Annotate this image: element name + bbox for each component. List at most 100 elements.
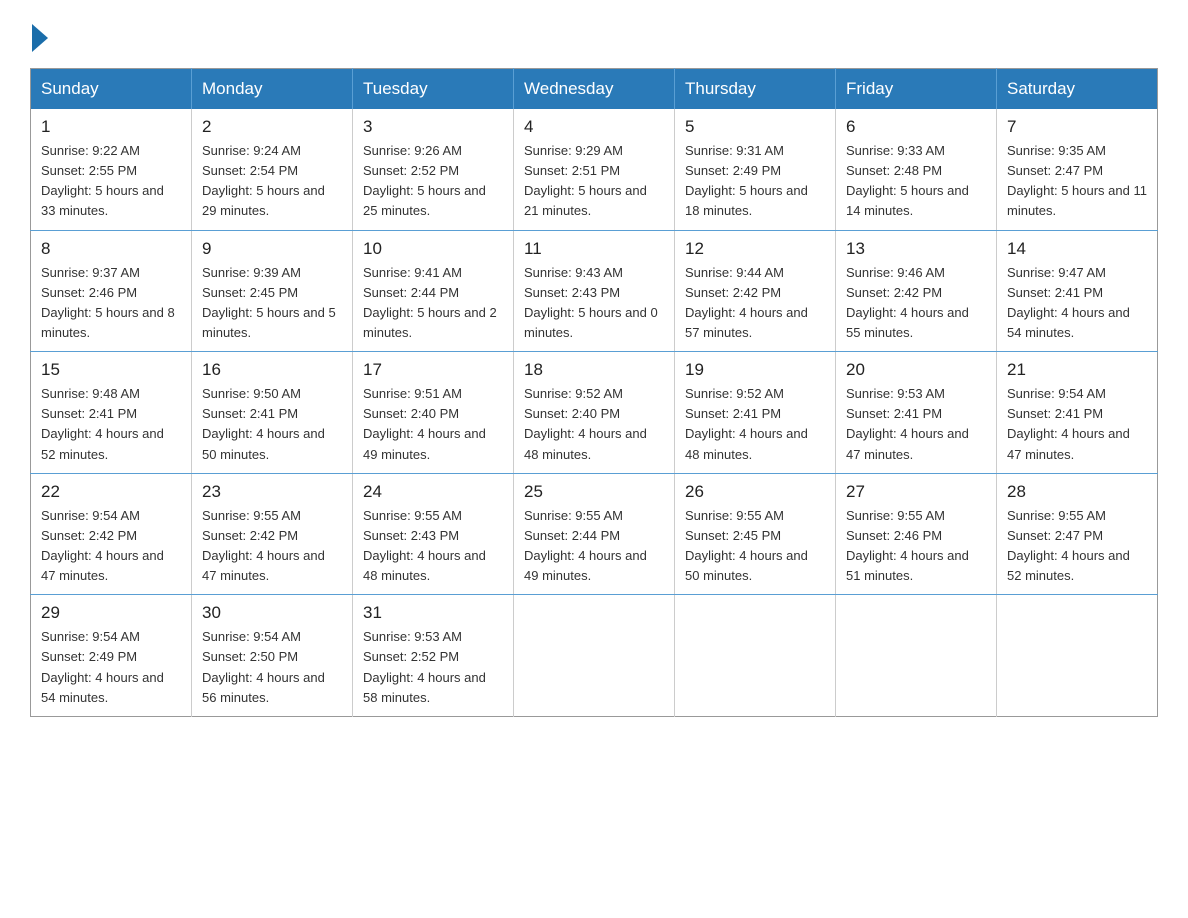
calendar-cell: 26Sunrise: 9:55 AMSunset: 2:45 PMDayligh… — [675, 473, 836, 595]
day-number: 29 — [41, 603, 181, 623]
day-number: 31 — [363, 603, 503, 623]
day-number: 23 — [202, 482, 342, 502]
day-info: Sunrise: 9:37 AMSunset: 2:46 PMDaylight:… — [41, 263, 181, 344]
calendar-header-row: SundayMondayTuesdayWednesdayThursdayFrid… — [31, 69, 1158, 110]
page-header — [30, 20, 1158, 48]
day-info: Sunrise: 9:39 AMSunset: 2:45 PMDaylight:… — [202, 263, 342, 344]
calendar-cell: 4Sunrise: 9:29 AMSunset: 2:51 PMDaylight… — [514, 109, 675, 230]
day-number: 15 — [41, 360, 181, 380]
logo — [30, 20, 48, 48]
day-number: 4 — [524, 117, 664, 137]
calendar-cell: 8 Sunrise: 9:37 AMSunset: 2:46 PMDaylight… — [31, 230, 192, 352]
calendar-week-row: 1 Sunrise: 9:22 AMSunset: 2:55 PMDaylight… — [31, 109, 1158, 230]
day-info: Sunrise: 9:33 AMSunset: 2:48 PMDaylight:… — [846, 141, 986, 222]
calendar-cell: 30 Sunrise: 9:54 AMSunset: 2:50 PMDayligh… — [192, 595, 353, 717]
day-number: 17 — [363, 360, 503, 380]
day-info: Sunrise: 9:55 AMSunset: 2:47 PMDaylight:… — [1007, 506, 1147, 587]
calendar-cell: 2 Sunrise: 9:24 AMSunset: 2:54 PMDaylight… — [192, 109, 353, 230]
day-info: Sunrise: 9:22 AMSunset: 2:55 PMDaylight:… — [41, 141, 181, 222]
calendar-cell: 25 Sunrise: 9:55 AMSunset: 2:44 PMDayligh… — [514, 473, 675, 595]
column-header-thursday: Thursday — [675, 69, 836, 110]
calendar-cell — [997, 595, 1158, 717]
day-info: Sunrise: 9:55 AMSunset: 2:43 PMDaylight:… — [363, 506, 503, 587]
calendar-cell: 14 Sunrise: 9:47 AMSunset: 2:41 PMDayligh… — [997, 230, 1158, 352]
day-number: 20 — [846, 360, 986, 380]
day-info: Sunrise: 9:55 AMSunset: 2:45 PMDaylight:… — [685, 506, 825, 587]
calendar-cell: 23 Sunrise: 9:55 AMSunset: 2:42 PMDayligh… — [192, 473, 353, 595]
calendar-cell: 16 Sunrise: 9:50 AMSunset: 2:41 PMDayligh… — [192, 352, 353, 474]
calendar-cell: 9 Sunrise: 9:39 AMSunset: 2:45 PMDaylight… — [192, 230, 353, 352]
day-number: 30 — [202, 603, 342, 623]
day-number: 14 — [1007, 239, 1147, 259]
calendar-cell: 28Sunrise: 9:55 AMSunset: 2:47 PMDayligh… — [997, 473, 1158, 595]
day-info: Sunrise: 9:54 AMSunset: 2:41 PMDaylight:… — [1007, 384, 1147, 465]
calendar-table: SundayMondayTuesdayWednesdayThursdayFrid… — [30, 68, 1158, 717]
column-header-sunday: Sunday — [31, 69, 192, 110]
calendar-cell: 27 Sunrise: 9:55 AMSunset: 2:46 PMDayligh… — [836, 473, 997, 595]
day-number: 8 — [41, 239, 181, 259]
calendar-cell: 21 Sunrise: 9:54 AMSunset: 2:41 PMDayligh… — [997, 352, 1158, 474]
day-number: 9 — [202, 239, 342, 259]
calendar-cell: 13Sunrise: 9:46 AMSunset: 2:42 PMDayligh… — [836, 230, 997, 352]
day-number: 12 — [685, 239, 825, 259]
day-number: 16 — [202, 360, 342, 380]
day-number: 11 — [524, 239, 664, 259]
calendar-cell: 10 Sunrise: 9:41 AMSunset: 2:44 PMDayligh… — [353, 230, 514, 352]
day-info: Sunrise: 9:44 AMSunset: 2:42 PMDaylight:… — [685, 263, 825, 344]
column-header-friday: Friday — [836, 69, 997, 110]
day-info: Sunrise: 9:54 AMSunset: 2:50 PMDaylight:… — [202, 627, 342, 708]
day-info: Sunrise: 9:54 AMSunset: 2:42 PMDaylight:… — [41, 506, 181, 587]
calendar-cell: 22 Sunrise: 9:54 AMSunset: 2:42 PMDayligh… — [31, 473, 192, 595]
day-number: 13 — [846, 239, 986, 259]
day-info: Sunrise: 9:55 AMSunset: 2:46 PMDaylight:… — [846, 506, 986, 587]
logo-arrow-icon — [32, 24, 48, 52]
day-info: Sunrise: 9:54 AMSunset: 2:49 PMDaylight:… — [41, 627, 181, 708]
day-info: Sunrise: 9:50 AMSunset: 2:41 PMDaylight:… — [202, 384, 342, 465]
day-number: 6 — [846, 117, 986, 137]
day-info: Sunrise: 9:24 AMSunset: 2:54 PMDaylight:… — [202, 141, 342, 222]
calendar-cell — [514, 595, 675, 717]
calendar-cell: 5Sunrise: 9:31 AMSunset: 2:49 PMDaylight… — [675, 109, 836, 230]
day-number: 1 — [41, 117, 181, 137]
column-header-tuesday: Tuesday — [353, 69, 514, 110]
day-info: Sunrise: 9:55 AMSunset: 2:44 PMDaylight:… — [524, 506, 664, 587]
calendar-cell: 6 Sunrise: 9:33 AMSunset: 2:48 PMDaylight… — [836, 109, 997, 230]
day-info: Sunrise: 9:52 AMSunset: 2:41 PMDaylight:… — [685, 384, 825, 465]
day-info: Sunrise: 9:53 AMSunset: 2:41 PMDaylight:… — [846, 384, 986, 465]
day-info: Sunrise: 9:55 AMSunset: 2:42 PMDaylight:… — [202, 506, 342, 587]
calendar-cell — [836, 595, 997, 717]
calendar-cell: 7 Sunrise: 9:35 AMSunset: 2:47 PMDaylight… — [997, 109, 1158, 230]
calendar-cell: 17Sunrise: 9:51 AMSunset: 2:40 PMDayligh… — [353, 352, 514, 474]
calendar-week-row: 29 Sunrise: 9:54 AMSunset: 2:49 PMDayligh… — [31, 595, 1158, 717]
day-number: 3 — [363, 117, 503, 137]
day-number: 27 — [846, 482, 986, 502]
calendar-cell: 24 Sunrise: 9:55 AMSunset: 2:43 PMDayligh… — [353, 473, 514, 595]
day-number: 24 — [363, 482, 503, 502]
calendar-cell: 29 Sunrise: 9:54 AMSunset: 2:49 PMDayligh… — [31, 595, 192, 717]
day-number: 19 — [685, 360, 825, 380]
calendar-cell: 12 Sunrise: 9:44 AMSunset: 2:42 PMDayligh… — [675, 230, 836, 352]
day-info: Sunrise: 9:35 AMSunset: 2:47 PMDaylight:… — [1007, 141, 1147, 222]
calendar-cell: 18Sunrise: 9:52 AMSunset: 2:40 PMDayligh… — [514, 352, 675, 474]
calendar-cell: 31 Sunrise: 9:53 AMSunset: 2:52 PMDayligh… — [353, 595, 514, 717]
column-header-wednesday: Wednesday — [514, 69, 675, 110]
day-number: 7 — [1007, 117, 1147, 137]
day-number: 5 — [685, 117, 825, 137]
calendar-week-row: 8 Sunrise: 9:37 AMSunset: 2:46 PMDaylight… — [31, 230, 1158, 352]
day-info: Sunrise: 9:48 AMSunset: 2:41 PMDaylight:… — [41, 384, 181, 465]
day-number: 21 — [1007, 360, 1147, 380]
day-info: Sunrise: 9:47 AMSunset: 2:41 PMDaylight:… — [1007, 263, 1147, 344]
calendar-cell: 3 Sunrise: 9:26 AMSunset: 2:52 PMDaylight… — [353, 109, 514, 230]
day-number: 10 — [363, 239, 503, 259]
day-info: Sunrise: 9:53 AMSunset: 2:52 PMDaylight:… — [363, 627, 503, 708]
day-info: Sunrise: 9:26 AMSunset: 2:52 PMDaylight:… — [363, 141, 503, 222]
calendar-cell — [675, 595, 836, 717]
calendar-cell: 19 Sunrise: 9:52 AMSunset: 2:41 PMDayligh… — [675, 352, 836, 474]
day-info: Sunrise: 9:41 AMSunset: 2:44 PMDaylight:… — [363, 263, 503, 344]
column-header-monday: Monday — [192, 69, 353, 110]
column-header-saturday: Saturday — [997, 69, 1158, 110]
day-number: 2 — [202, 117, 342, 137]
day-info: Sunrise: 9:52 AMSunset: 2:40 PMDaylight:… — [524, 384, 664, 465]
day-number: 25 — [524, 482, 664, 502]
day-number: 22 — [41, 482, 181, 502]
